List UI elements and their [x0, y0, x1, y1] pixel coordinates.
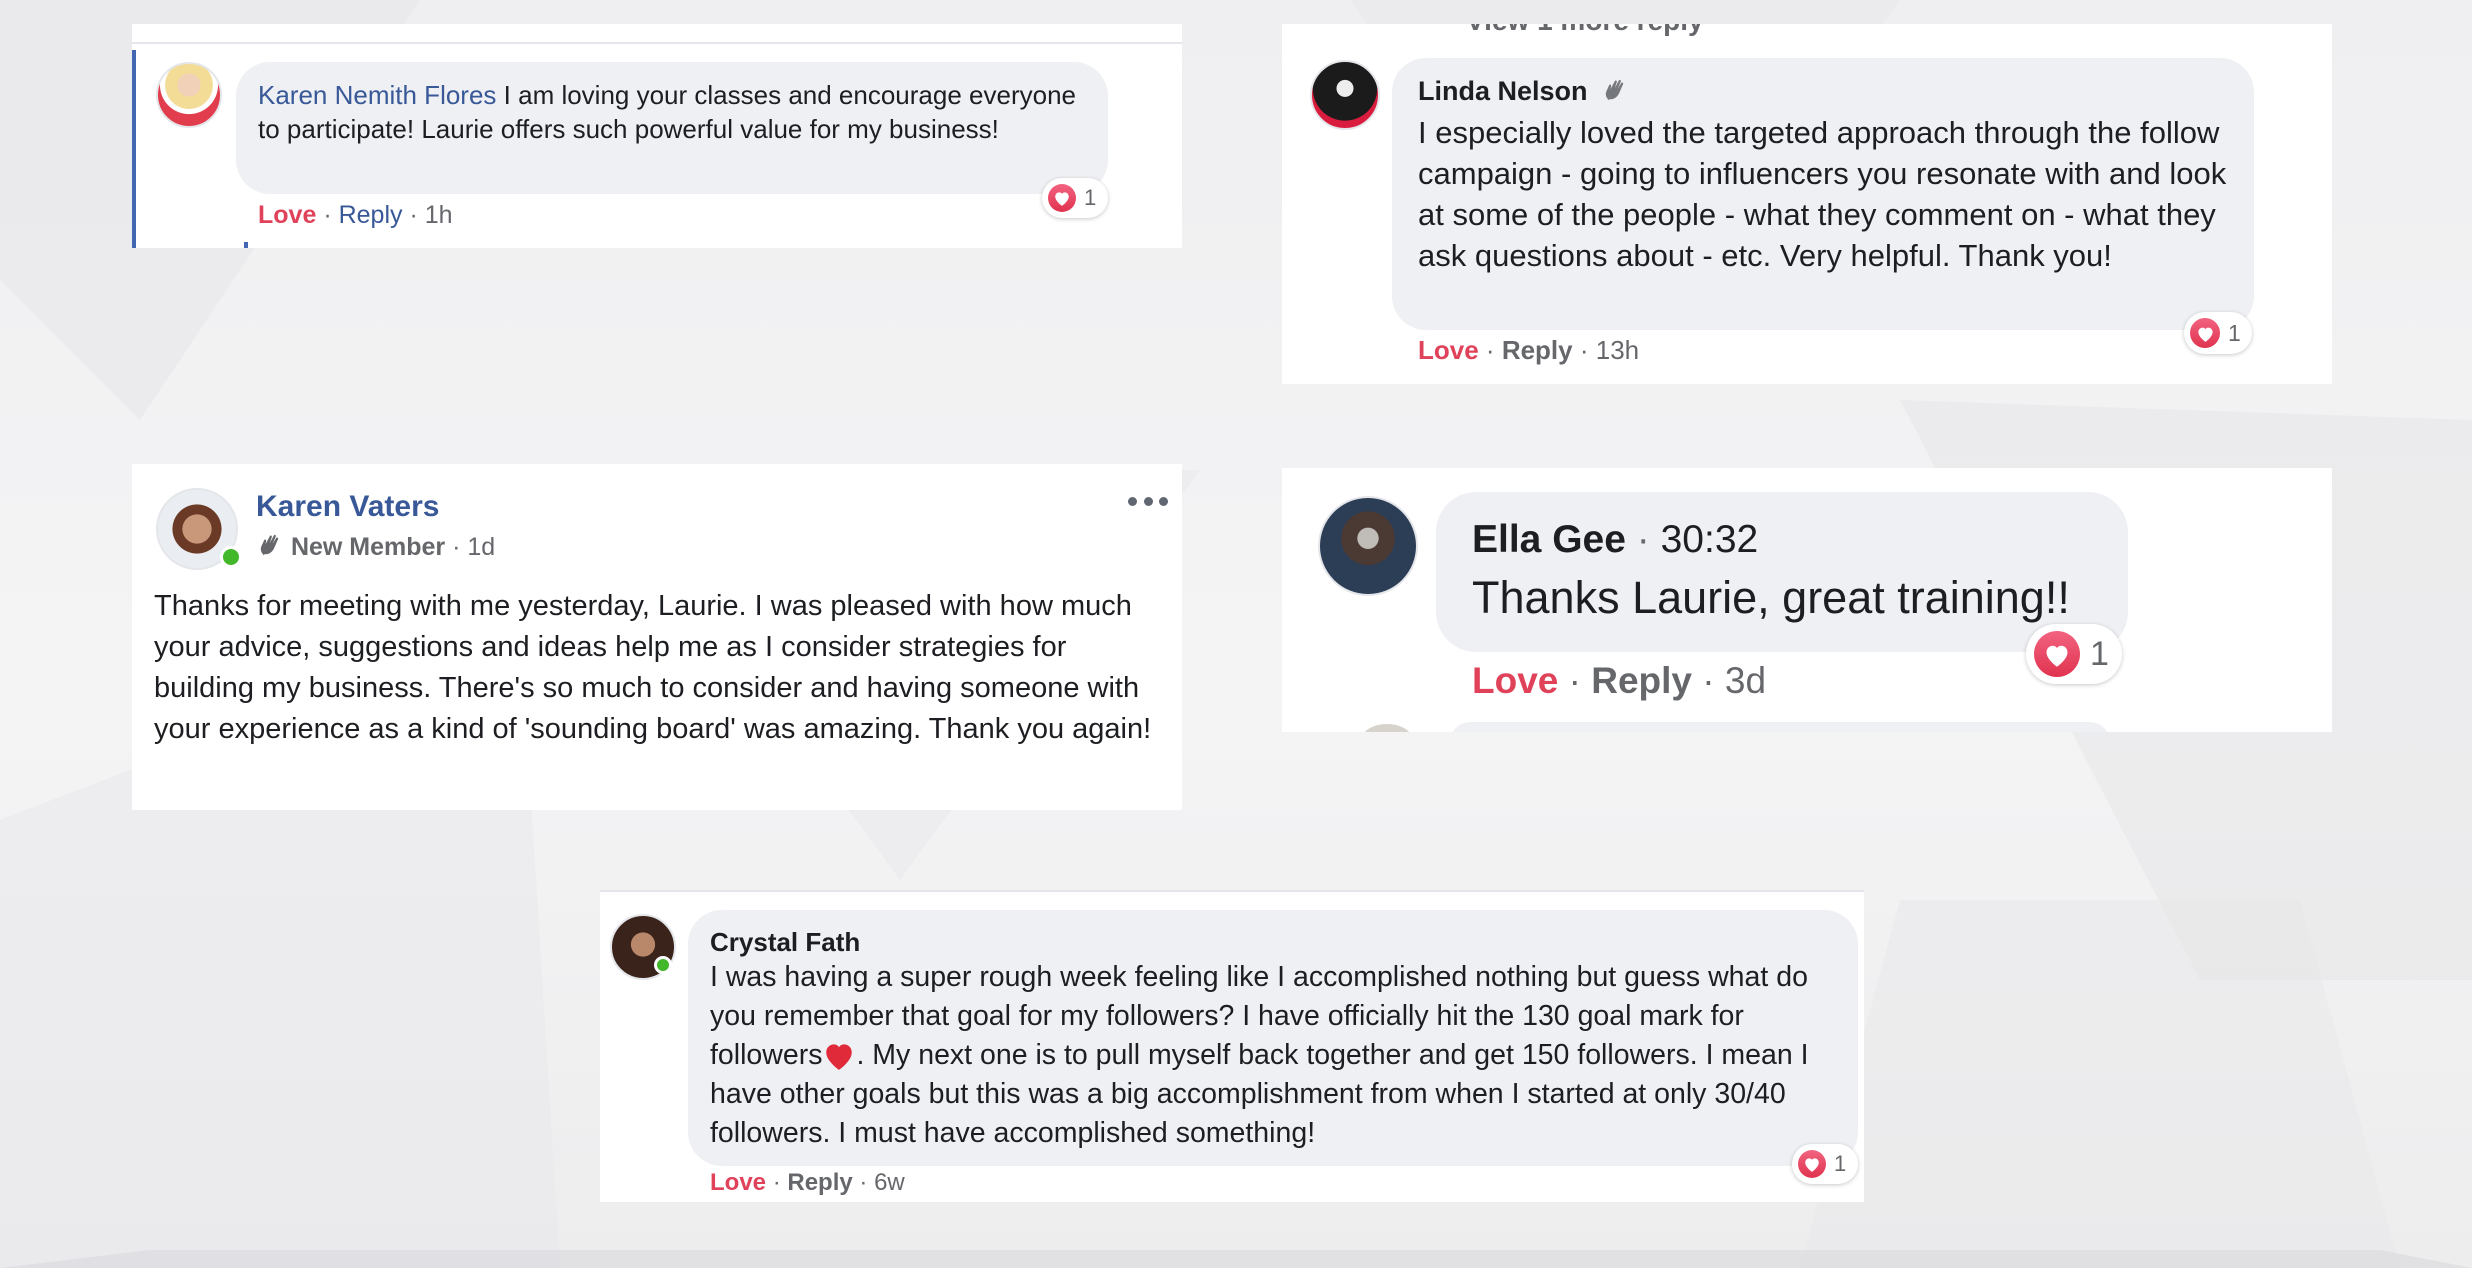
separator-dot: · — [409, 201, 425, 229]
comment-card-crystal-fath: Crystal Fath I was having a super rough … — [600, 890, 1864, 1202]
author-name[interactable]: Crystal Fath — [710, 926, 860, 958]
reaction-count-pill[interactable]: 1 — [2184, 312, 2252, 354]
avatar[interactable] — [1310, 60, 1380, 130]
author-name[interactable]: Karen Vaters — [256, 488, 439, 526]
wave-icon — [260, 535, 279, 556]
reaction-count: 1 — [1084, 185, 1097, 210]
cutoff-reply-link[interactable]: View 1 more reply — [1466, 24, 1704, 38]
post-time[interactable]: 1d — [467, 533, 495, 561]
comment-text-block: Karen Nemith Flores I am loving your cla… — [258, 78, 1086, 146]
card-top-divider — [600, 890, 1864, 892]
separator-dot: · — [1702, 660, 1725, 701]
reaction-count: 1 — [1834, 1151, 1847, 1176]
wave-icon — [1605, 79, 1624, 101]
online-status-indicator — [220, 546, 242, 568]
heart-icon — [2034, 631, 2080, 677]
comment-text: Thanks Laurie, great training!! — [1472, 572, 2070, 623]
comment-bubble: Karen Nemith Flores I am loving your cla… — [236, 62, 1108, 194]
separator-dot: · — [1636, 518, 1661, 561]
author-row: Ella Gee · 30:32 — [1472, 516, 1758, 564]
love-button[interactable]: Love — [710, 1169, 766, 1196]
next-comment-bubble-edge — [1450, 722, 2110, 732]
comment-actions: Love · Reply · 3d — [1472, 658, 1766, 704]
author-name[interactable]: Ella Gee — [1472, 518, 1626, 561]
separator-dot: · — [452, 533, 468, 561]
online-status-indicator — [654, 956, 672, 974]
thread-line-reply — [244, 242, 248, 248]
reaction-count-pill[interactable]: 1 — [1792, 1144, 1858, 1184]
comment-actions: Love · Reply · 6w — [710, 1168, 905, 1198]
card-top-divider — [132, 42, 1182, 44]
red-heart-emoji — [826, 1044, 853, 1070]
reply-button[interactable]: Reply — [1502, 335, 1573, 365]
comment-time[interactable]: 1h — [425, 201, 453, 229]
separator-dot: · — [772, 1169, 788, 1196]
heart-icon — [2190, 318, 2220, 348]
author-name[interactable]: Karen Nemith Flores — [258, 80, 496, 110]
reaction-count: 1 — [2090, 634, 2109, 673]
avatar[interactable] — [1318, 496, 1418, 596]
comment-actions: Love · Reply · 1h — [258, 200, 453, 230]
separator-dot: · — [1485, 335, 1502, 365]
love-button[interactable]: Love — [1418, 335, 1479, 365]
comment-text-block: I was having a super rough week feeling … — [710, 958, 1840, 1153]
comment-time[interactable]: 6w — [874, 1169, 905, 1196]
heart-icon — [1048, 184, 1076, 212]
separator-dot: · — [1579, 335, 1596, 365]
love-button[interactable]: Love — [1472, 660, 1558, 701]
comment-bubble: Linda Nelson I especially loved the targ… — [1392, 58, 2254, 330]
love-button[interactable]: Love — [258, 201, 316, 229]
comment-time[interactable]: 3d — [1725, 660, 1766, 701]
reply-button[interactable]: Reply — [1591, 660, 1692, 701]
separator-dot: · — [859, 1169, 875, 1196]
author-row: Linda Nelson — [1418, 74, 1629, 108]
separator-dot: · — [323, 201, 339, 229]
comment-card-karen-nemith-flores: Karen Nemith Flores I am loving your cla… — [132, 24, 1182, 248]
video-timestamp-link[interactable]: 30:32 — [1661, 518, 1759, 561]
next-avatar-edge — [1362, 724, 1412, 732]
heart-icon — [1798, 1150, 1826, 1178]
post-card-karen-vaters: Karen Vaters New Member · 1d Thanks for … — [132, 464, 1182, 810]
reaction-count-pill[interactable]: 1 — [2026, 624, 2122, 684]
author-name[interactable]: Linda Nelson — [1418, 76, 1588, 106]
separator-dot: · — [1568, 660, 1592, 701]
comment-card-ella-gee: Ella Gee · 30:32 Thanks Laurie, great tr… — [1282, 468, 2332, 732]
avatar[interactable] — [156, 62, 222, 128]
comment-card-linda-nelson: View 1 more reply Linda Nelson I especia… — [1282, 24, 2332, 384]
thread-line — [132, 50, 136, 248]
comment-text: . My next one is to pull myself back tog… — [710, 1039, 1809, 1149]
post-text: Thanks for meeting with me yesterday, La… — [154, 590, 1152, 745]
post-meta: New Member · 1d — [256, 530, 495, 564]
cutoff-reply-fragment — [1612, 468, 1722, 474]
reaction-count-pill[interactable]: 1 — [1042, 178, 1108, 218]
comment-text: I especially loved the targeted approach… — [1418, 115, 2227, 273]
reply-button[interactable]: Reply — [787, 1169, 852, 1196]
comment-actions: Love · Reply · 13h — [1418, 334, 1639, 366]
reply-button[interactable]: Reply — [339, 201, 403, 229]
reaction-count: 1 — [2228, 319, 2241, 346]
comment-bubble: Ella Gee · 30:32 Thanks Laurie, great tr… — [1436, 492, 2128, 652]
member-badge[interactable]: New Member — [291, 533, 445, 561]
more-options-icon[interactable] — [1128, 494, 1168, 508]
comment-bubble: Crystal Fath I was having a super rough … — [688, 910, 1858, 1166]
comment-time[interactable]: 13h — [1596, 335, 1639, 365]
